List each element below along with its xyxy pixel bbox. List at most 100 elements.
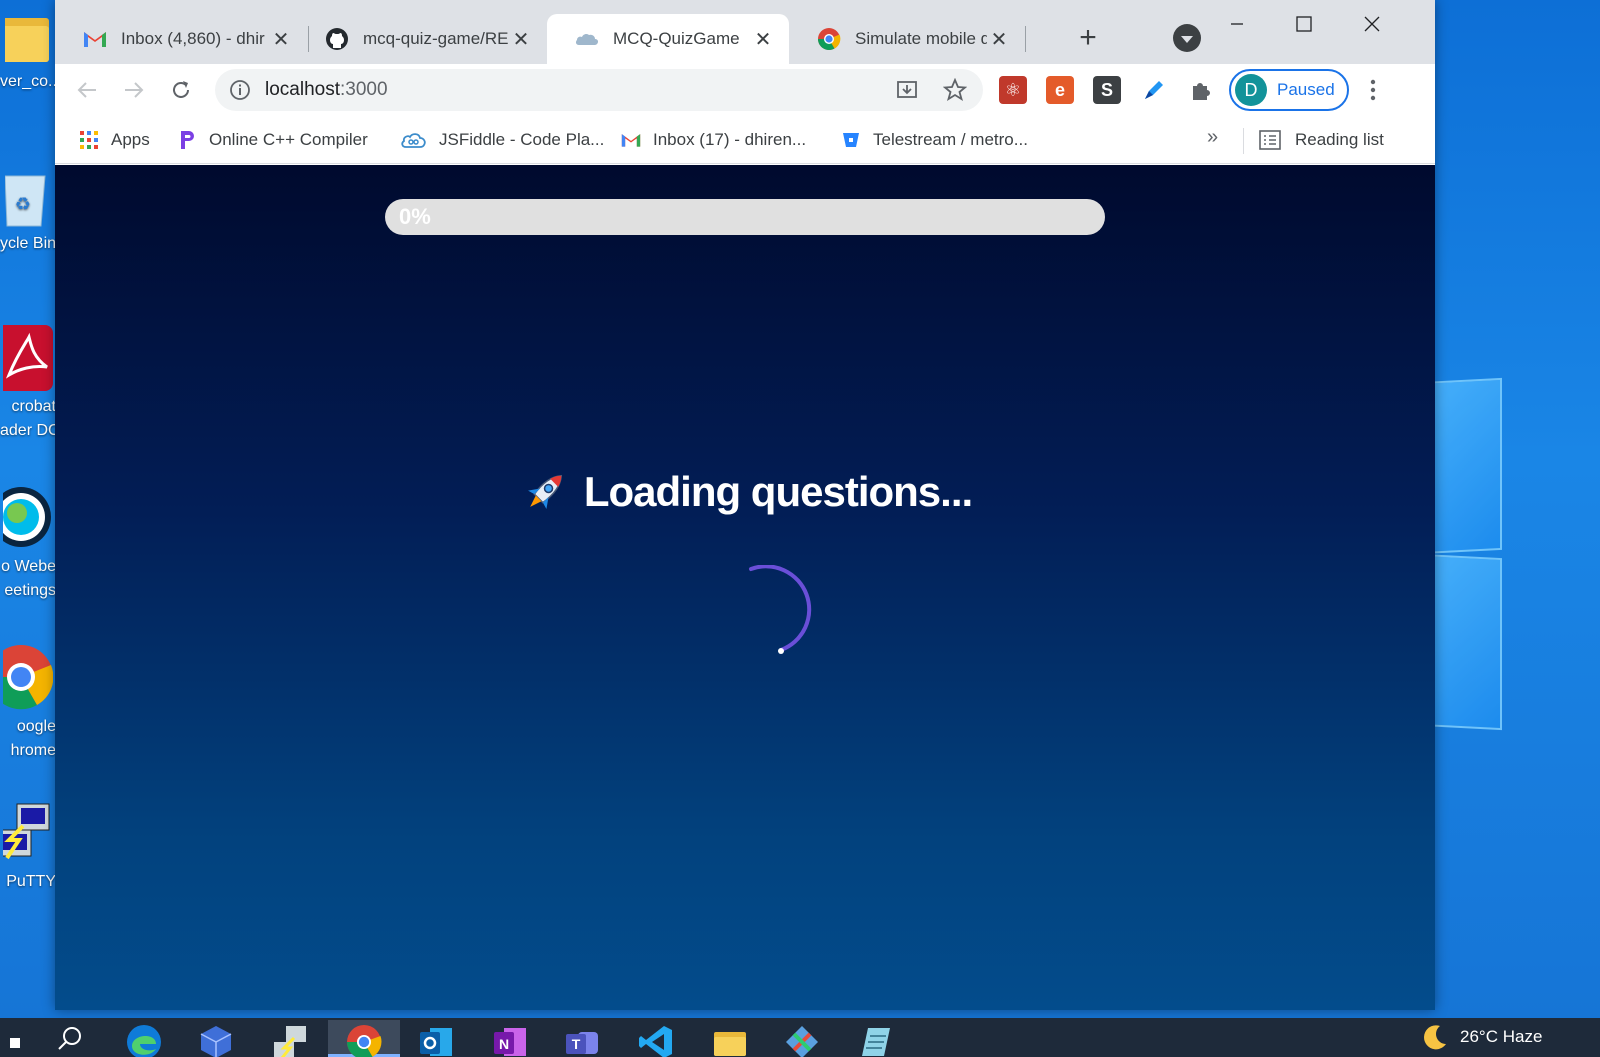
- desktop-icon-putty[interactable]: PuTTY: [0, 800, 56, 894]
- tab-title: Simulate mobile de: [855, 29, 987, 48]
- desktop-icon-label: oogle: [16, 718, 56, 735]
- close-tab-icon[interactable]: ✕: [509, 27, 533, 52]
- tab-strip: Inbox (4,860) - dhir ✕ mcq-quiz-game/RE …: [55, 0, 1435, 64]
- github-icon: [325, 27, 349, 51]
- react-devtools-extension-icon[interactable]: ⚛: [999, 76, 1027, 104]
- progress-bar: 0%: [385, 199, 1105, 235]
- chrome-icon: [817, 27, 841, 51]
- start-button[interactable]: [0, 1020, 38, 1057]
- outlook-icon: [420, 1028, 452, 1056]
- arrow-left-icon: [77, 82, 96, 98]
- bookmark-online-cpp-compiler[interactable]: Online C++ Compiler: [177, 126, 368, 154]
- avatar: D: [1235, 74, 1267, 106]
- desktop-icon-label: PuTTY: [6, 873, 56, 890]
- desktop-icon-acrobat[interactable]: crobat ader DC: [0, 325, 56, 443]
- new-tab-button[interactable]: +: [1070, 20, 1106, 56]
- bookmark-telestream[interactable]: Telestream / metro...: [841, 126, 1028, 154]
- recycle-bin-icon: ♻: [5, 175, 46, 227]
- bookmark-apps[interactable]: Apps: [79, 126, 150, 154]
- folder-icon: [714, 1032, 746, 1056]
- close-window-button[interactable]: [1352, 6, 1392, 42]
- tab-simulate-mobile[interactable]: Simulate mobile de ✕: [789, 14, 1025, 64]
- bookmark-gmail-inbox[interactable]: Inbox (17) - dhiren...: [621, 126, 806, 154]
- bookmark-label: Apps: [111, 130, 150, 149]
- taskbar-outlook[interactable]: [400, 1020, 472, 1057]
- close-tab-icon[interactable]: ✕: [987, 27, 1011, 52]
- browser-menu-button[interactable]: [1355, 72, 1391, 108]
- tab-github[interactable]: mcq-quiz-game/RE ✕: [297, 14, 547, 64]
- profile-status: Paused: [1277, 80, 1335, 99]
- bookmark-jsfiddle[interactable]: JSFiddle - Code Pla...: [401, 126, 604, 154]
- reload-button[interactable]: [163, 72, 199, 108]
- windows-start-icon: [10, 1038, 20, 1048]
- s-extension-icon[interactable]: S: [1093, 76, 1121, 104]
- taskbar-chrome[interactable]: [328, 1020, 400, 1057]
- progress-label: 0%: [399, 204, 431, 229]
- desktop-icon-chrome[interactable]: oogle hrome: [0, 645, 56, 763]
- desktop-icon-folder[interactable]: ver_co...: [0, 6, 56, 94]
- highlighter-extension-icon[interactable]: [1140, 76, 1168, 104]
- desktop-icon-label: o Webe: [1, 558, 56, 575]
- taskbar-putty[interactable]: [254, 1020, 326, 1057]
- tab-gmail-inbox[interactable]: Inbox (4,860) - dhir ✕: [55, 14, 307, 64]
- gmail-icon: [83, 27, 107, 51]
- reload-icon: [173, 81, 189, 98]
- taskbar: N T 26°C Haze: [0, 1018, 1600, 1057]
- bookmark-label: JSFiddle - Code Pla...: [439, 130, 605, 149]
- apps-grid-icon: [79, 130, 99, 150]
- teams-icon: T: [566, 1032, 598, 1054]
- bookmarks-overflow-button[interactable]: »: [1207, 126, 1218, 149]
- taskbar-vscode[interactable]: [620, 1020, 692, 1057]
- jsfiddle-icon: [401, 130, 427, 150]
- taskbar-file-explorer[interactable]: [694, 1020, 766, 1057]
- page-content: 0% Loading questions...: [55, 165, 1435, 1010]
- maximize-button[interactable]: [1284, 6, 1324, 42]
- close-tab-icon[interactable]: ✕: [269, 27, 293, 52]
- address-bar[interactable]: localhost:3000: [215, 69, 983, 111]
- svg-text:♻: ♻: [15, 194, 31, 214]
- minimize-icon: [1231, 23, 1243, 25]
- taskbar-teams[interactable]: T: [546, 1020, 618, 1057]
- profile-button[interactable]: D Paused: [1229, 69, 1349, 111]
- weather-widget[interactable]: 26°C Haze: [1420, 1022, 1542, 1052]
- arrow-right-icon: [125, 82, 144, 98]
- desktop-icon-label-line2: eetings: [4, 582, 56, 599]
- desktop-icon-label: ver_co...: [0, 73, 56, 90]
- cloud-icon: [575, 27, 599, 51]
- moon-icon: [1424, 1025, 1446, 1050]
- chrome-icon: [347, 1025, 382, 1057]
- desktop-icon-recycle-bin[interactable]: ♻ ycle Bin: [0, 168, 56, 256]
- install-app-icon[interactable]: [895, 78, 919, 107]
- tools-icon: [786, 1026, 818, 1057]
- info-icon[interactable]: [229, 79, 251, 101]
- tab-search-button[interactable]: [1173, 24, 1201, 52]
- bookmarks-bar: Apps Online C++ Compiler JSFiddle - Code…: [55, 116, 1435, 164]
- svg-text:N: N: [499, 1036, 509, 1052]
- bookmark-label: Inbox (17) - dhiren...: [653, 130, 807, 149]
- editor-extension-icon[interactable]: e: [1046, 76, 1074, 104]
- reading-list-button[interactable]: Reading list: [1259, 126, 1384, 154]
- taskbar-app-tools[interactable]: [766, 1020, 838, 1057]
- vscode-icon: [639, 1026, 672, 1057]
- tab-title: mcq-quiz-game/RE: [363, 29, 509, 48]
- close-tab-icon[interactable]: ✕: [751, 27, 775, 52]
- extensions-puzzle-icon[interactable]: [1187, 76, 1215, 104]
- taskbar-app-notes[interactable]: [840, 1020, 912, 1057]
- bookmark-star-icon[interactable]: [942, 77, 968, 107]
- taskbar-onenote[interactable]: N: [474, 1020, 546, 1057]
- bitbucket-icon: [841, 130, 861, 150]
- bookmark-label: Telestream / metro...: [873, 130, 1028, 149]
- loading-spinner: [749, 565, 812, 654]
- compiler-icon: [177, 130, 197, 150]
- minimize-button[interactable]: [1217, 6, 1257, 42]
- forward-button[interactable]: [116, 72, 152, 108]
- tab-mcq-quizgame[interactable]: MCQ-QuizGame ✕: [547, 14, 789, 64]
- taskbar-app-cube[interactable]: [180, 1020, 252, 1057]
- reading-list-label: Reading list: [1295, 130, 1384, 149]
- desktop-icon-webex[interactable]: o Webe eetings: [0, 485, 56, 603]
- back-button[interactable]: [69, 72, 105, 108]
- taskbar-search-button[interactable]: [34, 1020, 106, 1057]
- taskbar-edge[interactable]: [108, 1020, 180, 1057]
- onenote-icon: N: [494, 1028, 526, 1056]
- browser-toolbar: localhost:3000 ⚛ e S D Paused: [55, 64, 1435, 116]
